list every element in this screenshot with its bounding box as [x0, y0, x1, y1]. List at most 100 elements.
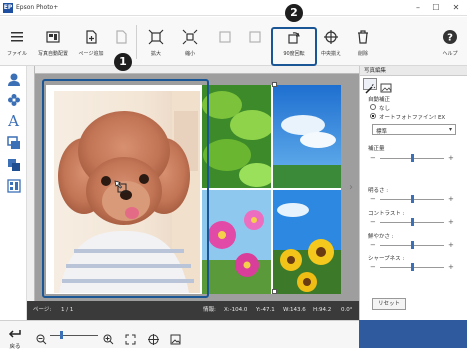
image-tab[interactable]	[380, 78, 394, 93]
status-bar: ページ: 1 / 1 情報: X:-104.0 Y:-47.1 W:143.6 …	[27, 301, 359, 320]
zoom-in-icon[interactable]	[103, 330, 114, 349]
leaf-photo[interactable]	[202, 85, 271, 188]
horizontal-ruler	[27, 66, 359, 74]
toolbar-label: 拡大	[150, 51, 161, 57]
sharpness-label: シャープネス :	[368, 256, 405, 262]
add-page-icon	[86, 30, 97, 44]
grid-icon[interactable]	[148, 330, 159, 349]
correction-mode-select[interactable]: 標準 ▾	[372, 124, 456, 135]
file-menu-button[interactable]: ファイル	[2, 17, 32, 66]
saturation-slider-thumb[interactable]	[411, 241, 414, 249]
help-button[interactable]: ? ヘルプ	[438, 17, 462, 66]
rotate-highlight-frame	[271, 27, 317, 66]
photo-highlight-frame	[42, 79, 209, 298]
zoom-slider-thumb[interactable]	[60, 331, 63, 339]
page-indicator: 1 / 1	[61, 307, 74, 313]
sky-photo[interactable]	[273, 85, 341, 188]
flower-photo[interactable]	[202, 190, 271, 294]
text-tool[interactable]: A	[4, 111, 23, 130]
back-arrow-icon	[8, 330, 21, 338]
x-readout: X:-104.0	[224, 307, 248, 313]
radio-auto-label: オートフォトファイン! EX	[379, 115, 446, 121]
toolbar-label: ヘルプ	[442, 51, 458, 57]
minus-icon[interactable]: −	[370, 195, 376, 203]
preview-image-icon[interactable]	[170, 330, 181, 349]
page-label: ページ:	[33, 307, 52, 313]
frame-tool[interactable]	[4, 133, 23, 152]
maximize-button[interactable]: ☐	[429, 2, 443, 14]
delete-button[interactable]: 削除	[350, 17, 376, 66]
frame-icon	[6, 135, 20, 149]
person-tool[interactable]	[4, 69, 23, 88]
svg-text:?: ?	[447, 33, 453, 44]
left-tool-bar: A	[0, 66, 27, 320]
toolbar-label: ページ追加	[78, 51, 104, 57]
toolbar-separator	[136, 25, 137, 59]
radio-auto-photo-fine[interactable]	[370, 113, 376, 119]
next-page-arrow-icon[interactable]: ›	[349, 182, 353, 193]
enlarge-icon	[148, 29, 164, 45]
radio-none[interactable]	[370, 104, 376, 110]
radio-none-label: なし	[379, 106, 391, 112]
stamp-icon	[7, 158, 20, 171]
fit-screen-icon[interactable]	[125, 330, 136, 349]
flower-icon	[7, 93, 20, 106]
layout-tool[interactable]	[4, 176, 23, 195]
toolbar-label: ファイル	[6, 51, 27, 57]
resize-handle[interactable]	[272, 82, 277, 87]
h-readout: H:94.2	[313, 307, 332, 313]
chevron-down-icon: ▾	[448, 126, 452, 133]
enlarge-button[interactable]: 拡大	[142, 17, 170, 66]
flower-photo-image	[202, 190, 271, 294]
app-icon: EP	[3, 3, 13, 13]
minus-icon[interactable]: −	[370, 218, 376, 226]
add-page-button[interactable]: ページ追加	[74, 17, 108, 66]
center-align-button[interactable]: 中央揃え	[316, 17, 346, 66]
toolbar: ファイル 写真自動配置 ページ追加 拡大 縮小 90度回転 中央揃え 削除 ? …	[0, 17, 467, 66]
minus-icon[interactable]: −	[370, 241, 376, 249]
contrast-label: コントラスト :	[368, 211, 405, 217]
photo-edit-panel: 写真編集 自動補正 なし オートフォトファイン! EX 標準 ▾ 補正量 − +…	[359, 66, 467, 320]
toolbar-label: 写真自動配置	[37, 51, 68, 57]
close-button[interactable]: ✕	[449, 2, 463, 14]
sunflower-photo[interactable]	[273, 190, 341, 294]
zoom-out-icon[interactable]	[36, 330, 47, 349]
minus-icon[interactable]: −	[370, 154, 376, 162]
sky-photo-image	[273, 85, 341, 188]
flower-tool[interactable]	[4, 90, 23, 109]
plus-icon[interactable]: +	[448, 195, 454, 203]
leaf-photo-image	[202, 85, 271, 188]
edit-tab[interactable]	[363, 78, 377, 94]
disabled-tool-button[interactable]	[242, 17, 268, 66]
plus-icon[interactable]: +	[448, 154, 454, 162]
toolbar-label: 中央揃え	[320, 51, 341, 57]
brightness-label: 明るさ :	[368, 188, 389, 194]
contrast-slider-thumb[interactable]	[411, 218, 414, 226]
auto-layout-button[interactable]: 写真自動配置	[34, 17, 72, 66]
disabled-icon	[249, 31, 261, 43]
reset-button[interactable]: リセット	[372, 298, 406, 310]
panel-title: 写真編集	[360, 66, 467, 76]
minimize-button[interactable]: –	[411, 2, 425, 14]
minus-icon[interactable]: −	[370, 263, 376, 271]
plus-icon[interactable]: +	[448, 263, 454, 271]
stamp-tool[interactable]	[4, 155, 23, 174]
back-label: 戻る	[9, 344, 21, 350]
resize-handle[interactable]	[272, 289, 277, 294]
back-button[interactable]: 戻る	[4, 323, 26, 350]
plus-icon[interactable]: +	[448, 218, 454, 226]
callout-badge-2: 2	[285, 4, 303, 22]
menu-icon	[11, 32, 23, 42]
disabled-tool-button[interactable]	[212, 17, 238, 66]
layout-icon	[6, 178, 21, 193]
plus-icon[interactable]: +	[448, 241, 454, 249]
shrink-button[interactable]: 縮小	[176, 17, 204, 66]
zoom-slider[interactable]	[50, 335, 98, 336]
amount-slider-thumb[interactable]	[411, 154, 414, 162]
trash-icon	[358, 30, 368, 44]
toolbar-label: 縮小	[184, 51, 195, 57]
y-readout: Y:-47.1	[256, 307, 275, 313]
brightness-slider-thumb[interactable]	[411, 195, 414, 203]
sharpness-slider-thumb[interactable]	[411, 263, 414, 271]
toolbar-label: 削除	[357, 51, 368, 57]
